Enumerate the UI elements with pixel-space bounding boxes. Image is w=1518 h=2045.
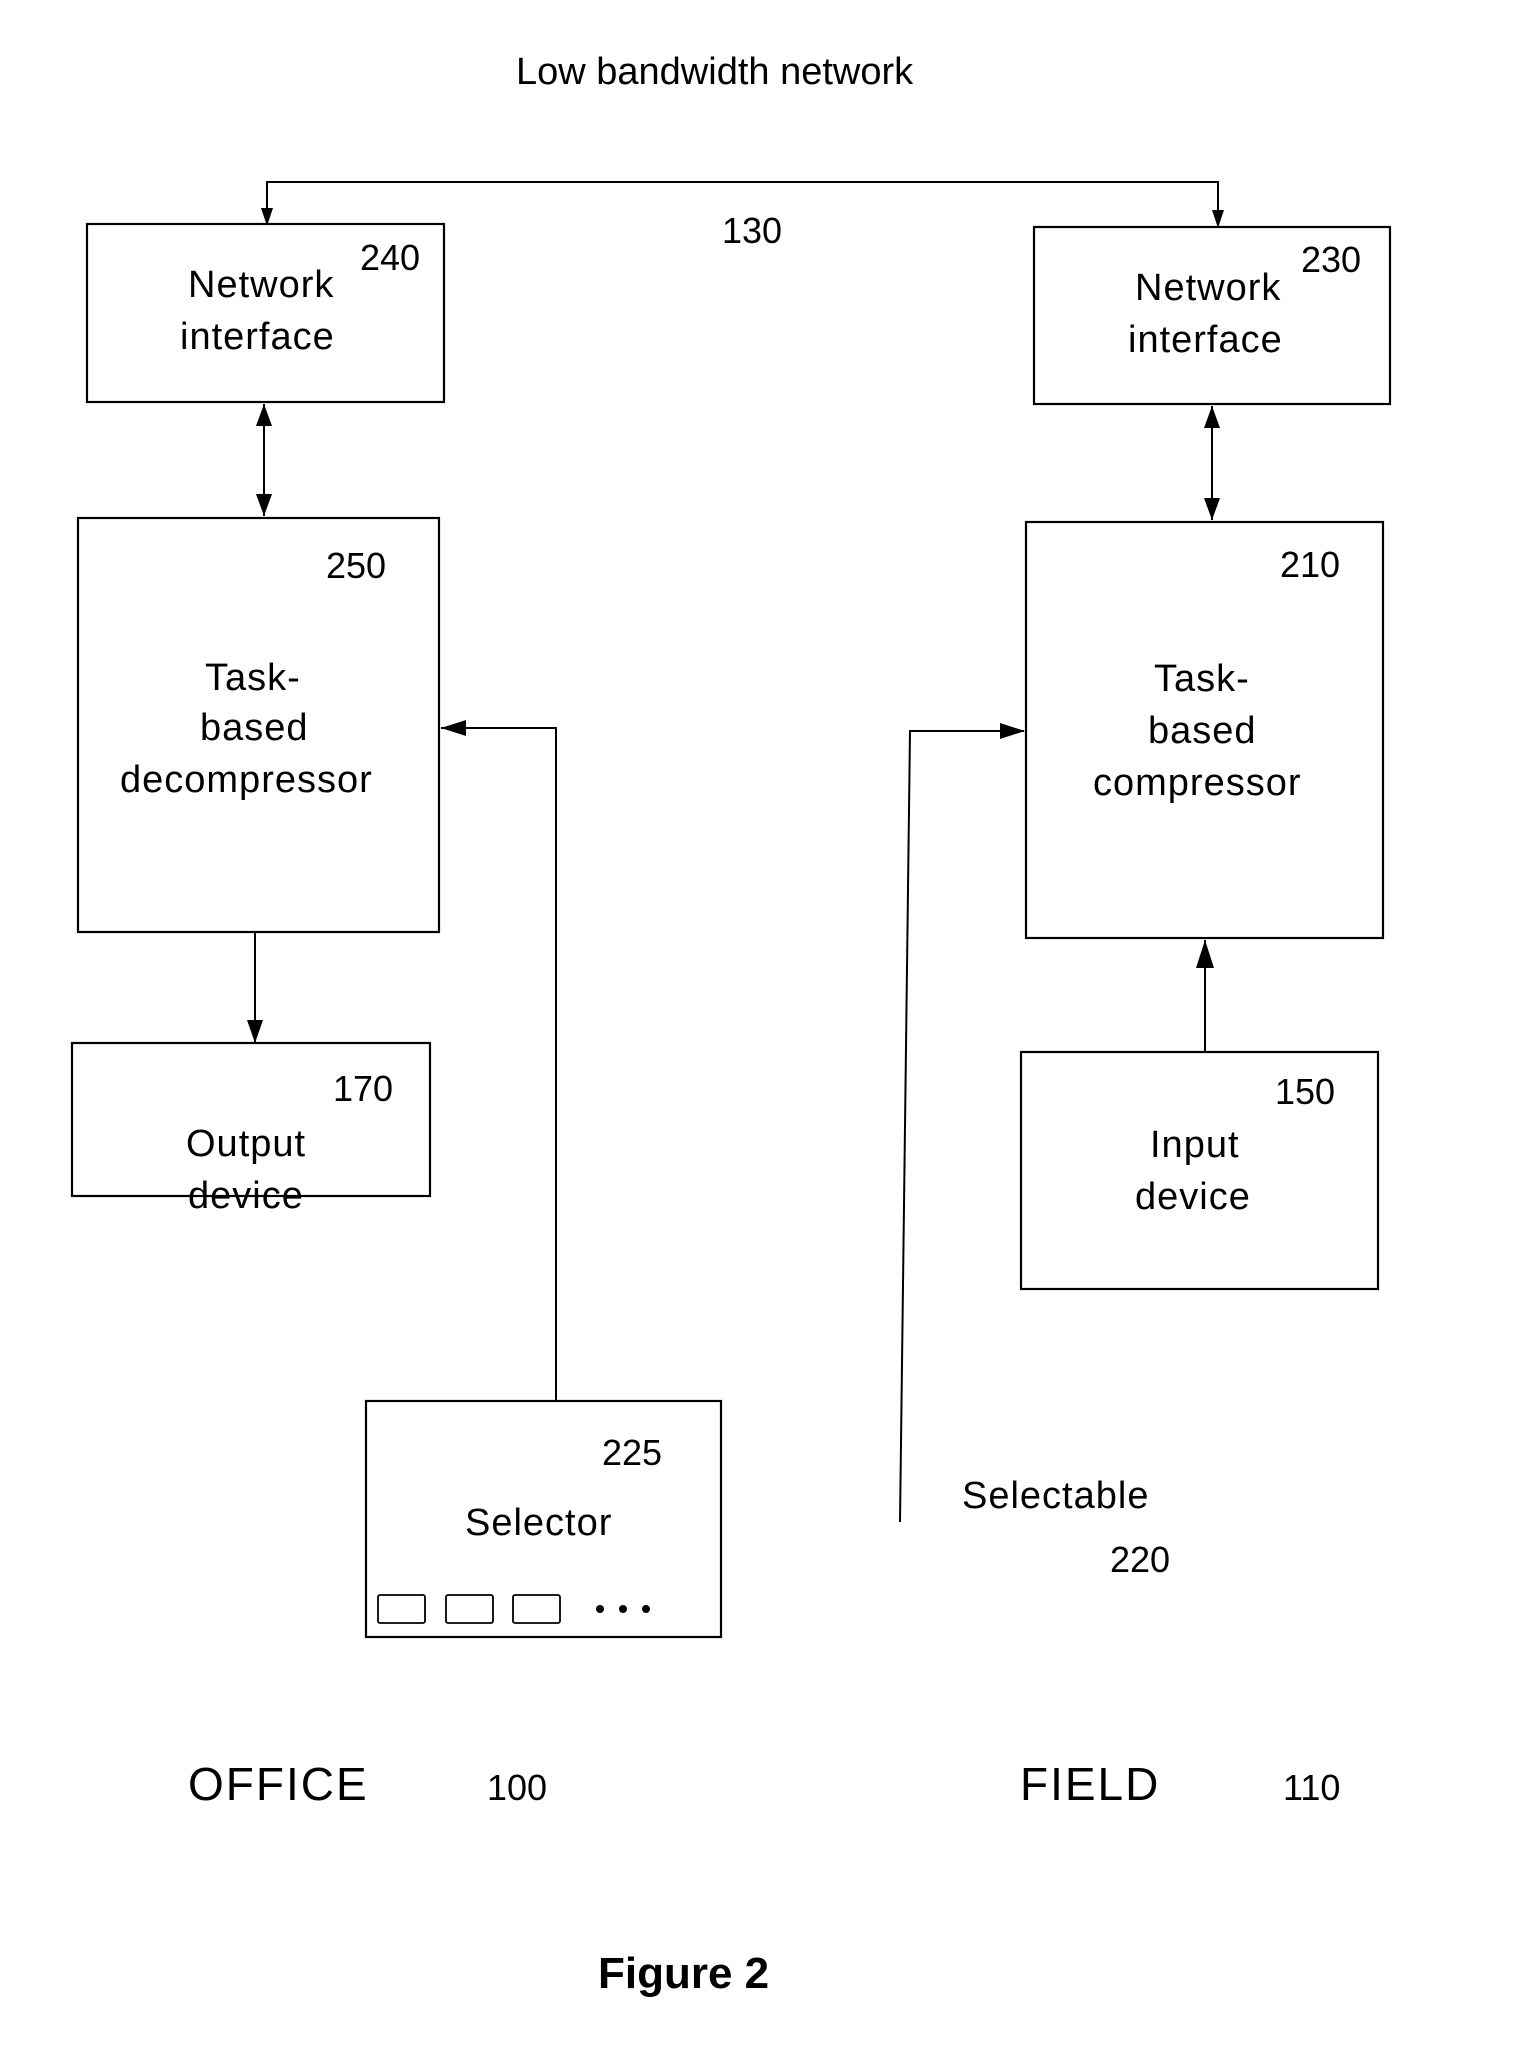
arrowhead-down: [1204, 498, 1220, 520]
compressor-label-line2: based: [1148, 710, 1257, 752]
input-device-label-line2: device: [1135, 1176, 1251, 1218]
field-ni-compressor-link: [1204, 406, 1220, 520]
arrowhead-right: [1000, 723, 1025, 739]
decompressor-label-line1: Task-: [205, 657, 301, 699]
input-compressor-link: [1196, 940, 1214, 1052]
selector-option-button[interactable]: [445, 1594, 494, 1624]
decompressor-label-line2: based: [200, 707, 309, 749]
output-device-label-line2: device: [188, 1175, 304, 1217]
selector-option-button[interactable]: [512, 1594, 561, 1624]
decompressor-ref: 250: [326, 545, 386, 586]
office-decompressor: 250 Task- based decompressor: [76, 516, 441, 934]
office-ni-label-line2: interface: [180, 316, 335, 358]
diagram-canvas: Low bandwidth network 130 Network interf…: [70, 51, 1392, 1998]
compressor-ref: 210: [1280, 544, 1340, 585]
office-ref: 100: [487, 1767, 547, 1808]
figure-caption: Figure 2: [598, 1949, 769, 1998]
selector-ref: 225: [602, 1432, 662, 1473]
field-network-interface: Network interface 230: [1032, 225, 1392, 406]
field-ni-label-line2: interface: [1128, 319, 1283, 361]
arrowhead-to-field-ni: [1212, 210, 1224, 228]
field-ref: 110: [1283, 1767, 1340, 1808]
output-device-label-line1: Output: [186, 1123, 306, 1165]
selectable-ref: 220: [1110, 1539, 1170, 1580]
arrowhead-up: [256, 404, 272, 426]
input-device-ref: 150: [1275, 1071, 1335, 1112]
network-title: Low bandwidth network: [516, 51, 914, 93]
selector-option-button[interactable]: [377, 1594, 426, 1624]
compressor-label-line1: Task-: [1154, 658, 1250, 700]
office-selector: 225 Selector: [364, 1399, 723, 1639]
more-dot: [642, 1605, 650, 1613]
arrowhead-left: [441, 720, 466, 736]
arrowhead-down: [247, 1020, 263, 1043]
field-ni-ref: 230: [1301, 239, 1361, 280]
input-device-label-line1: Input: [1150, 1124, 1240, 1166]
office-label: OFFICE: [188, 1758, 369, 1810]
office-ni-ref: 240: [360, 237, 420, 278]
office-ni-label-line1: Network: [188, 264, 334, 306]
arrowhead-up: [1196, 940, 1214, 968]
field-ni-label-line1: Network: [1135, 267, 1281, 309]
decompressor-label-line3: decompressor: [120, 759, 373, 801]
output-device-ref: 170: [333, 1068, 393, 1109]
office-network-interface: Network interface 240: [85, 222, 446, 404]
selector-label: Selector: [465, 1502, 612, 1544]
more-dot: [619, 1605, 627, 1613]
compressor-label-line3: compressor: [1093, 762, 1302, 804]
more-dot: [596, 1605, 604, 1613]
decompressor-output-link: [247, 932, 263, 1043]
arrowhead-up: [1204, 406, 1220, 428]
office-output-device: 170 Output device: [70, 1041, 432, 1217]
selectable-compressor-link: [899, 723, 1025, 1523]
field-compressor: 210 Task- based compressor: [1024, 520, 1385, 940]
arrowhead-down: [256, 494, 272, 516]
output-device-box: [70, 1041, 432, 1198]
selector-decompressor-link: [441, 720, 557, 1402]
field-label: FIELD: [1020, 1758, 1160, 1810]
field-input-device: 150 Input device: [1019, 1050, 1380, 1291]
office-ni-decompressor-link: [256, 404, 272, 516]
selectable-label: Selectable: [962, 1475, 1149, 1517]
network-ref: 130: [722, 210, 782, 251]
